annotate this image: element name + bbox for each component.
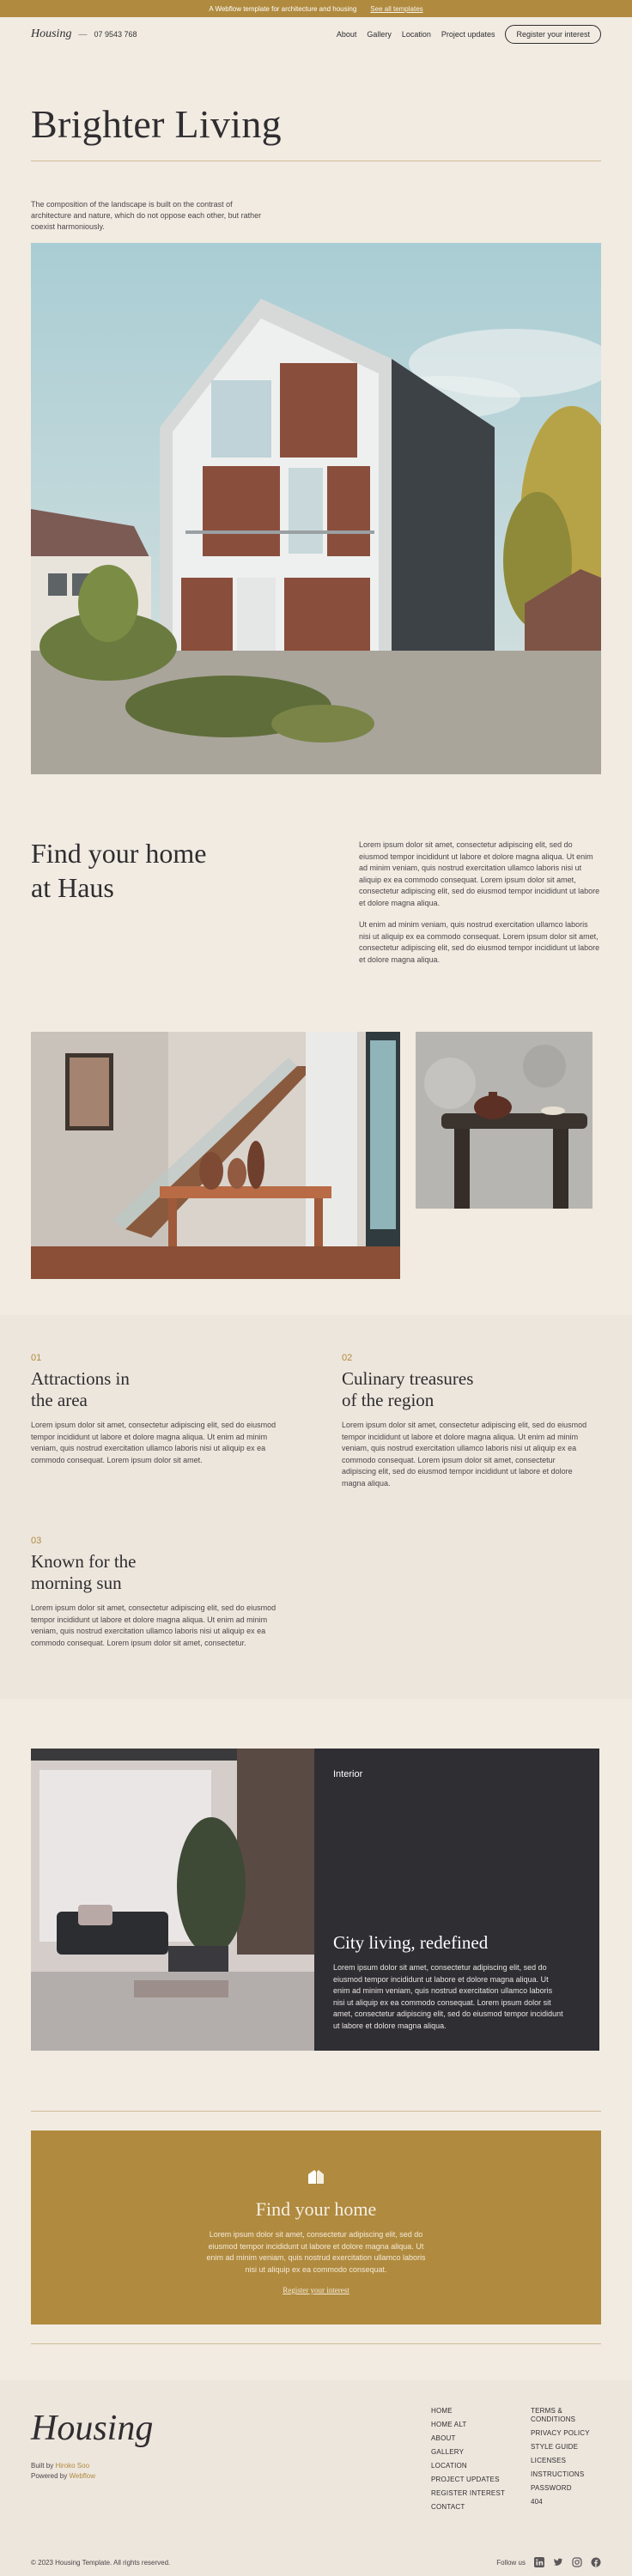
- cta-text: Lorem ipsum dolor sit amet, consectetur …: [206, 2230, 426, 2274]
- hero-house-image: [31, 243, 601, 774]
- feature-text: Lorem ipsum dolor sit amet, consectetur …: [31, 1603, 276, 1647]
- teapot-illustration: [416, 1032, 592, 1209]
- footer: Housing Built by Hiroko Soo Powered by W…: [0, 2380, 632, 2576]
- feature-attractions: 01 Attractions in the area Lorem ipsum d…: [31, 1353, 290, 1489]
- footer-link-location[interactable]: LOCATION: [431, 2462, 467, 2470]
- footer-link-about[interactable]: ABOUT: [431, 2434, 456, 2442]
- interior-tag: Interior: [333, 1769, 363, 1779]
- see-templates-link[interactable]: See all templates: [370, 5, 422, 13]
- footer-nav-col2: TERMS & CONDITIONS PRIVACY POLICY STYLE …: [531, 2404, 603, 2509]
- feature-title: Attractions in the area: [31, 1368, 290, 1411]
- find-paragraph-2: Ut enim ad minim veniam, quis nostrud ex…: [359, 920, 600, 964]
- cta-block: Find your home Lorem ipsum dolor sit ame…: [31, 2131, 601, 2324]
- section-divider: [31, 2343, 601, 2344]
- find-text: Lorem ipsum dolor sit amet, consectetur …: [359, 839, 601, 1032]
- living-room-illustration: [31, 1749, 314, 2051]
- feature-culinary: 02 Culinary treasures of the region Lore…: [342, 1353, 601, 1489]
- nav-link-about[interactable]: About: [337, 30, 357, 39]
- footer-link-licenses[interactable]: LICENSES: [531, 2457, 566, 2464]
- powered-by-label: Powered by: [31, 2472, 68, 2480]
- social-links: Follow us: [496, 2557, 601, 2567]
- facebook-icon[interactable]: [591, 2557, 601, 2567]
- footer-link-404[interactable]: 404: [531, 2498, 543, 2506]
- section-divider: [31, 2111, 601, 2112]
- feature-text: Lorem ipsum dolor sit amet, consectetur …: [31, 1421, 276, 1464]
- twitter-icon[interactable]: [553, 2557, 563, 2567]
- footer-bottom: © 2023 Housing Template. All rights rese…: [31, 2557, 601, 2567]
- footer-link-contact[interactable]: CONTACT: [431, 2503, 465, 2511]
- stairs-interior-image: [31, 1032, 400, 1279]
- house-illustration: [31, 243, 601, 774]
- hero-title: Brighter Living: [31, 102, 282, 146]
- stairs-illustration: [31, 1032, 400, 1279]
- footer-link-home-alt[interactable]: HOME ALT: [431, 2421, 466, 2428]
- building-icon: [31, 2168, 601, 2190]
- footer-link-home[interactable]: HOME: [431, 2407, 453, 2415]
- footer-link-register-interest[interactable]: REGISTER INTEREST: [431, 2489, 505, 2497]
- nav-dash: —: [78, 29, 88, 39]
- feature-title: Culinary treasures of the region: [342, 1368, 601, 1411]
- copyright: © 2023 Housing Template. All rights rese…: [31, 2558, 171, 2567]
- announcement-text: A Webflow template for architecture and …: [209, 4, 357, 13]
- find-section: Find your home at Haus Lorem ipsum dolor…: [0, 774, 632, 1032]
- living-room-image: [31, 1749, 314, 2051]
- footer-link-gallery[interactable]: GALLERY: [431, 2448, 464, 2456]
- interior-card: Interior City living, redefined Lorem ip…: [314, 1749, 599, 2051]
- powered-by-link[interactable]: Webflow: [69, 2472, 95, 2480]
- feature-number: 01: [31, 1353, 42, 1363]
- feature-text: Lorem ipsum dolor sit amet, consectetur …: [342, 1421, 587, 1488]
- footer-link-terms[interactable]: TERMS & CONDITIONS: [531, 2407, 575, 2423]
- nav-link-gallery[interactable]: Gallery: [367, 30, 392, 39]
- teapot-stool-image: [416, 1032, 592, 1209]
- footer-link-privacy[interactable]: PRIVACY POLICY: [531, 2429, 590, 2437]
- feature-title: Known for the morning sun: [31, 1551, 290, 1594]
- register-interest-button[interactable]: Register your interest: [505, 25, 601, 44]
- interior-title: City living, redefined: [333, 1932, 489, 1953]
- interior-section: Interior City living, redefined Lorem ip…: [31, 1749, 601, 2051]
- find-paragraph-1: Lorem ipsum dolor sit amet, consectetur …: [359, 840, 600, 907]
- features-section: 01 Attractions in the area Lorem ipsum d…: [0, 1315, 632, 1699]
- site-logo[interactable]: Housing: [31, 27, 71, 41]
- footer-credits: Built by Hiroko Soo Powered by Webflow: [31, 2461, 601, 2482]
- feature-title-line2: morning sun: [31, 1573, 122, 1593]
- find-title-line2: at Haus: [31, 872, 114, 903]
- gallery: [0, 1032, 632, 1279]
- cta-register-link[interactable]: Register your interest: [283, 2286, 349, 2294]
- built-by-label: Built by: [31, 2462, 54, 2470]
- hero-intro: The composition of the landscape is buil…: [31, 200, 262, 231]
- feature-title-line1: Culinary treasures: [342, 1368, 474, 1389]
- find-title: Find your home at Haus: [31, 836, 254, 1032]
- feature-number: 03: [31, 1536, 42, 1546]
- footer-link-style-guide[interactable]: STYLE GUIDE: [531, 2443, 578, 2451]
- interior-text: Lorem ipsum dolor sit amet, consectetur …: [333, 1963, 563, 2030]
- top-nav: Housing — 07 9543 768 About Gallery Loca…: [0, 17, 632, 52]
- phone-number: 07 9543 768: [94, 30, 137, 39]
- footer-link-instructions[interactable]: INSTRUCTIONS: [531, 2470, 584, 2478]
- nav-link-location[interactable]: Location: [402, 30, 431, 39]
- feature-title-line2: the area: [31, 1390, 88, 1410]
- feature-title-line1: Attractions in: [31, 1368, 130, 1389]
- cta-title: Find your home: [255, 2198, 377, 2220]
- footer-logo[interactable]: Housing: [31, 2408, 601, 2449]
- announcement-bar: A Webflow template for architecture and …: [0, 0, 632, 17]
- nav-link-project-updates[interactable]: Project updates: [441, 30, 495, 39]
- linkedin-icon[interactable]: [534, 2557, 544, 2567]
- feature-title-line2: of the region: [342, 1390, 434, 1410]
- follow-label: Follow us: [496, 2558, 526, 2567]
- find-title-line1: Find your home: [31, 838, 207, 869]
- built-by-link[interactable]: Hiroko Soo: [55, 2462, 89, 2470]
- footer-nav-col1: HOME HOME ALT ABOUT GALLERY LOCATION PRO…: [431, 2404, 505, 2514]
- footer-link-project-updates[interactable]: PROJECT UPDATES: [431, 2476, 500, 2483]
- interior-block: City living, redefined Lorem ipsum dolor…: [333, 1932, 565, 2032]
- instagram-icon[interactable]: [572, 2557, 582, 2567]
- feature-morning-sun: 03 Known for the morning sun Lorem ipsum…: [31, 1536, 290, 1649]
- feature-number: 02: [342, 1353, 353, 1363]
- feature-title-line1: Known for the: [31, 1551, 137, 1572]
